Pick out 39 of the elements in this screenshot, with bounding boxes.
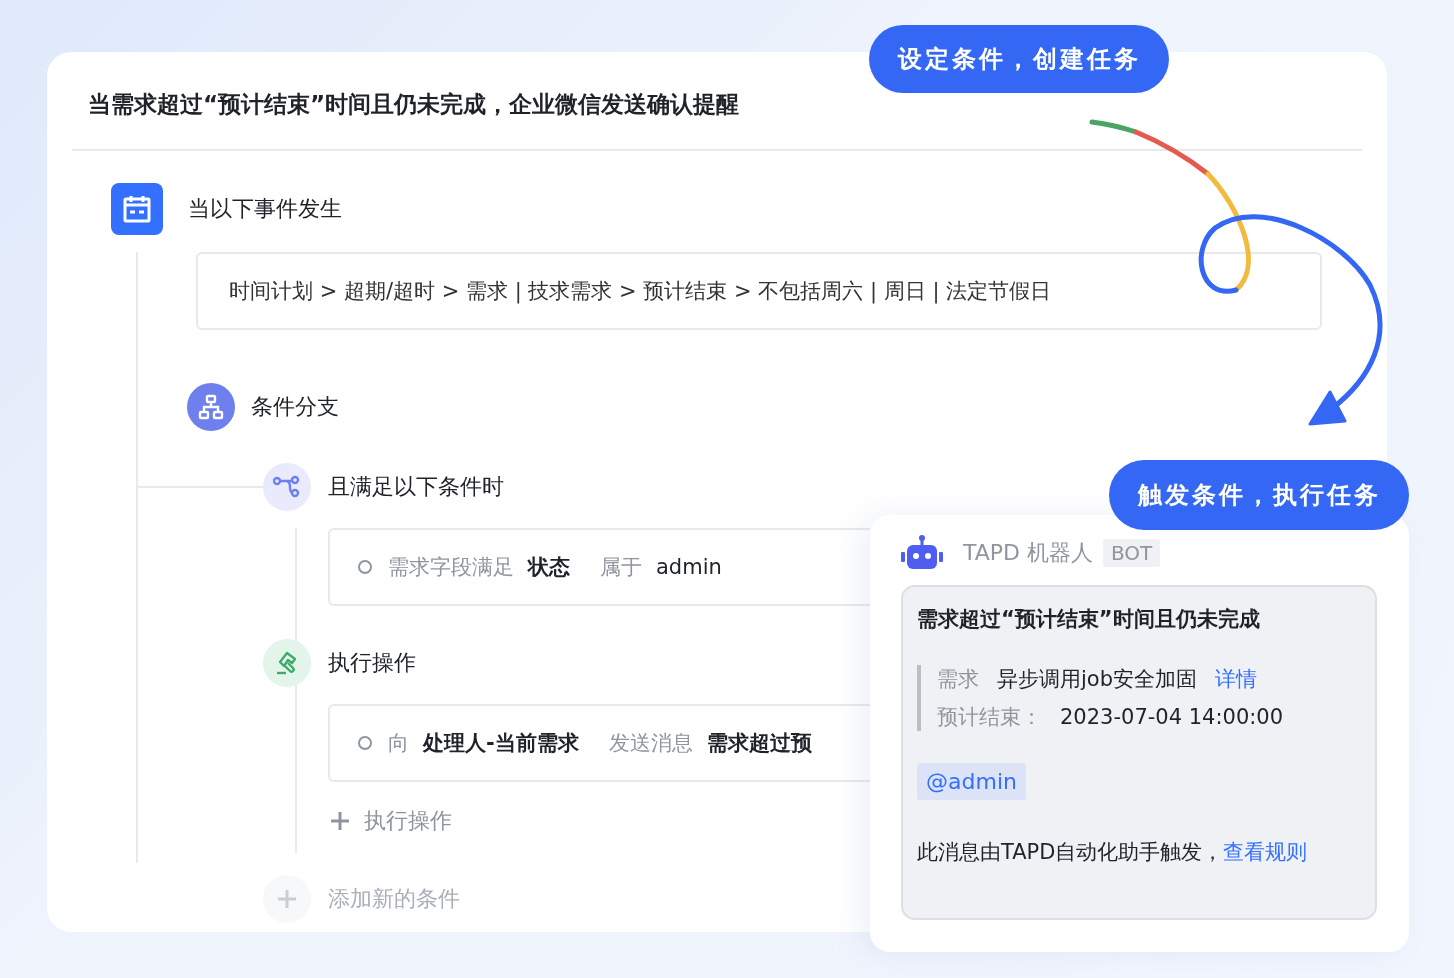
plus-icon [263, 875, 311, 923]
field-label: 发送消息 [608, 730, 693, 757]
field-label: 需求 [937, 666, 979, 693]
field-value: admin [656, 555, 722, 579]
sender-name: TAPD 机器人 [963, 539, 1093, 567]
view-rules-link[interactable]: 查看规则 [1223, 840, 1308, 864]
plus-icon [330, 811, 350, 831]
mention-tag[interactable]: @admin [917, 763, 1026, 800]
action-field[interactable]: 向 处理人-当前需求 发送消息 需求超过预 [328, 704, 870, 782]
field-value: 需求超过预 [706, 730, 812, 757]
field-label: 需求字段满足 [388, 554, 514, 581]
field-value: 2023-07-04 14:00:00 [1060, 705, 1284, 729]
field-value: 处理人-当前需求 [423, 730, 579, 757]
robot-icon [901, 535, 943, 571]
callout-badge: 触发条件，执行任务 [1109, 460, 1409, 530]
bullet-icon [358, 736, 372, 750]
branch-label: 条件分支 [251, 393, 339, 421]
bot-tag: BOT [1103, 539, 1161, 567]
footer-text: 此消息由TAPD自动化助手触发，查看规则 [917, 839, 1309, 866]
callout-badge: 设定条件，创建任务 [869, 25, 1169, 93]
event-path-field[interactable]: 时间计划 > 超期/超时 > 需求 | 技求需求 > 预计结束 > 不包括周六 | 周日 | 法定节假日 [196, 252, 1322, 330]
field-label: 属于 [600, 554, 642, 581]
flow-icon [263, 463, 311, 511]
field-value: 状态 [528, 554, 570, 581]
add-condition-button[interactable]: 添加新的条件 [263, 875, 460, 923]
add-action-button[interactable]: 执行操作 [330, 806, 452, 836]
message-title: 需求超过“预计结束”时间且仍未完成 [917, 606, 1261, 633]
field-label: 预计结束： [937, 704, 1042, 731]
field-value: 异步调用job安全加固 [997, 666, 1197, 693]
condition-field[interactable]: 需求字段满足 状态 属于 admin [328, 528, 870, 606]
action-label: 执行操作 [328, 649, 416, 677]
details-link[interactable]: 详情 [1215, 665, 1257, 693]
bullet-icon [358, 560, 372, 574]
condition-label: 且满足以下条件时 [328, 473, 504, 501]
branch-icon [187, 383, 235, 431]
rule-title: 当需求超过“预计结束”时间且仍未完成，企业微信发送确认提醒 [88, 90, 741, 119]
calendar-icon [111, 183, 163, 235]
trigger-label: 当以下事件发生 [188, 195, 342, 223]
field-label: 向 [388, 730, 409, 757]
